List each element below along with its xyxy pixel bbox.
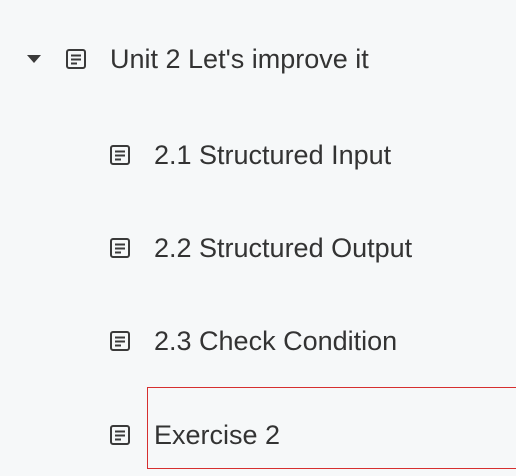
- tree-item-unit-2[interactable]: Unit 2 Let's improve it: [22, 34, 369, 84]
- tree-item-2-1[interactable]: 2.1 Structured Input: [108, 130, 391, 180]
- outline-tree: Unit 2 Let's improve it 2.1 Structured I…: [0, 0, 516, 476]
- tree-item-label: 2.2 Structured Output: [154, 233, 413, 263]
- tree-item-label: 2.3 Check Condition: [154, 326, 398, 356]
- tree-item-2-2[interactable]: 2.2 Structured Output: [108, 223, 412, 273]
- caret-down-icon[interactable]: [22, 47, 46, 71]
- document-icon: [108, 329, 132, 353]
- highlight-box: [147, 387, 516, 469]
- tree-item-label: Unit 2 Let's improve it: [110, 44, 369, 74]
- document-icon: [64, 47, 88, 71]
- document-icon: [108, 143, 132, 167]
- tree-item-label: 2.1 Structured Input: [154, 140, 392, 170]
- tree-item-2-3[interactable]: 2.3 Check Condition: [108, 316, 397, 366]
- document-icon: [108, 423, 132, 447]
- document-icon: [108, 236, 132, 260]
